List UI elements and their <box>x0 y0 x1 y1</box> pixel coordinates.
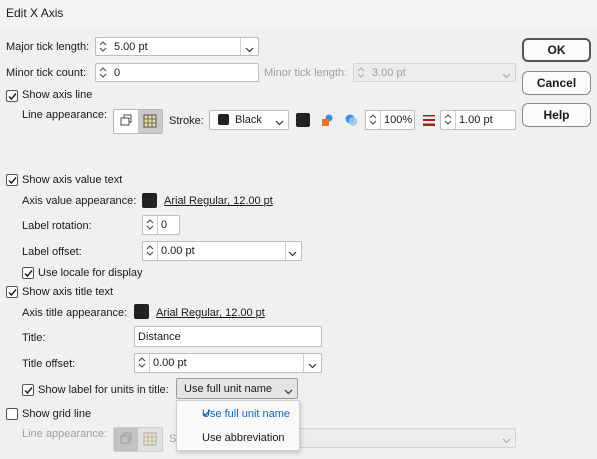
stroke-weight-icon[interactable] <box>422 113 436 130</box>
title-offset-field[interactable]: 0.00 pt <box>134 353 322 373</box>
spinner-icon[interactable] <box>98 39 108 54</box>
stroke-color-swatch <box>218 114 229 125</box>
grid-line-appearance-toggle <box>113 427 163 452</box>
cancel-button[interactable]: Cancel <box>522 71 591 95</box>
label-offset-label: Label offset: <box>22 246 82 258</box>
stroke-color-name: Black <box>235 114 262 126</box>
chevron-down-icon[interactable] <box>275 117 284 126</box>
spinner-icon[interactable] <box>137 355 147 370</box>
units-dropdown-menu: Use full unit name Use abbreviation <box>176 400 300 451</box>
opacity-icon[interactable] <box>344 113 359 130</box>
minor-tick-count-value: 0 <box>114 67 121 79</box>
value-text-color-swatch[interactable] <box>142 193 157 208</box>
grid-style-icon[interactable] <box>138 110 162 133</box>
title-input[interactable]: Distance <box>134 326 322 347</box>
minor-tick-length-label: Minor tick length: <box>264 67 348 79</box>
label-offset-field[interactable]: 0.00 pt <box>142 241 302 261</box>
spinner-icon[interactable] <box>443 112 453 127</box>
chevron-down-icon[interactable] <box>308 360 317 369</box>
title-offset-label: Title offset: <box>22 358 76 370</box>
minor-tick-length-value: 3.00 pt <box>372 67 406 79</box>
show-grid-line-label: Show grid line <box>22 408 92 420</box>
use-locale-checkbox[interactable] <box>22 267 34 279</box>
opacity-value: 100% <box>384 114 413 126</box>
title-offset-value: 0.00 pt <box>153 357 187 369</box>
label-rotation-field[interactable]: 0 <box>142 215 180 235</box>
spinner-icon <box>356 65 366 80</box>
label-offset-value: 0.00 pt <box>161 245 195 257</box>
minor-tick-length-field: 3.00 pt <box>353 63 516 82</box>
menu-item-abbreviation[interactable]: Use abbreviation <box>177 428 299 450</box>
stroke-width-field[interactable]: 1.00 pt <box>440 110 516 130</box>
title-value: Distance <box>138 331 181 343</box>
grid-style-icon <box>138 428 162 451</box>
chevron-down-icon[interactable] <box>288 248 297 257</box>
stroke-label: Stroke: <box>169 115 204 127</box>
show-axis-line-checkbox[interactable] <box>6 90 18 102</box>
stroke-color-button[interactable] <box>296 113 310 127</box>
units-select-value: Use full unit name <box>184 383 273 395</box>
show-axis-title-text-checkbox[interactable] <box>6 286 18 298</box>
chevron-down-icon[interactable] <box>284 386 293 395</box>
major-tick-length-label: Major tick length: <box>6 41 90 53</box>
use-locale-label: Use locale for display <box>38 267 143 279</box>
spinner-icon[interactable] <box>145 243 155 258</box>
ok-button[interactable]: OK <box>522 38 591 62</box>
chevron-down-icon[interactable] <box>245 44 254 53</box>
show-axis-title-text-label: Show axis title text <box>22 286 114 298</box>
show-units-label-checkbox[interactable] <box>22 384 34 396</box>
spinner-icon[interactable] <box>368 112 378 127</box>
menu-item-label: Use abbreviation <box>202 432 285 444</box>
show-axis-value-text-label: Show axis value text <box>22 174 123 186</box>
show-grid-line-checkbox[interactable] <box>6 408 18 420</box>
major-tick-length-value: 5.00 pt <box>114 41 148 53</box>
line-style-icon[interactable] <box>114 110 138 133</box>
chevron-down-icon <box>502 70 511 79</box>
axis-value-appearance-label: Axis value appearance: <box>22 195 137 207</box>
menu-item-label: Use full unit name <box>202 408 291 420</box>
grid-line-appearance-label: Line appearance: <box>22 428 108 440</box>
show-axis-line-label: Show axis line <box>22 89 93 101</box>
chevron-down-icon <box>502 435 511 444</box>
spinner-icon[interactable] <box>145 217 155 232</box>
label-rotation-value: 0 <box>161 219 168 231</box>
title-text-color-swatch[interactable] <box>134 304 149 319</box>
menu-item-full-unit-name[interactable]: Use full unit name <box>177 404 299 426</box>
color-shapes-icon[interactable] <box>320 113 334 130</box>
major-tick-length-field[interactable]: 5.00 pt <box>95 37 259 56</box>
label-rotation-label: Label rotation: <box>22 220 92 232</box>
title-text-font-link[interactable]: Arial Regular, 12.00 pt <box>156 307 265 319</box>
title-label: Title: <box>22 332 46 344</box>
window-title: Edit X Axis <box>6 6 64 20</box>
line-appearance-toggle[interactable] <box>113 109 163 134</box>
units-select[interactable]: Use full unit name <box>176 378 298 399</box>
stroke-color-select[interactable]: Black <box>209 110 289 130</box>
help-button[interactable]: Help <box>522 103 591 127</box>
stroke-width-value: 1.00 pt <box>459 114 493 126</box>
line-style-icon <box>114 428 138 451</box>
show-axis-value-text-checkbox[interactable] <box>6 174 18 186</box>
minor-tick-count-field[interactable]: 0 <box>95 63 259 82</box>
opacity-field[interactable]: 100% <box>365 110 415 130</box>
value-text-font-link[interactable]: Arial Regular, 12.00 pt <box>164 195 273 207</box>
spinner-icon[interactable] <box>98 65 108 80</box>
minor-tick-count-label: Minor tick count: <box>6 67 87 79</box>
title-bar: Edit X Axis <box>0 0 597 27</box>
axis-title-appearance-label: Axis title appearance: <box>22 307 128 319</box>
line-appearance-label: Line appearance: <box>22 109 108 121</box>
show-units-label: Show label for units in title: <box>38 384 169 396</box>
grid-stroke-field <box>290 428 516 448</box>
